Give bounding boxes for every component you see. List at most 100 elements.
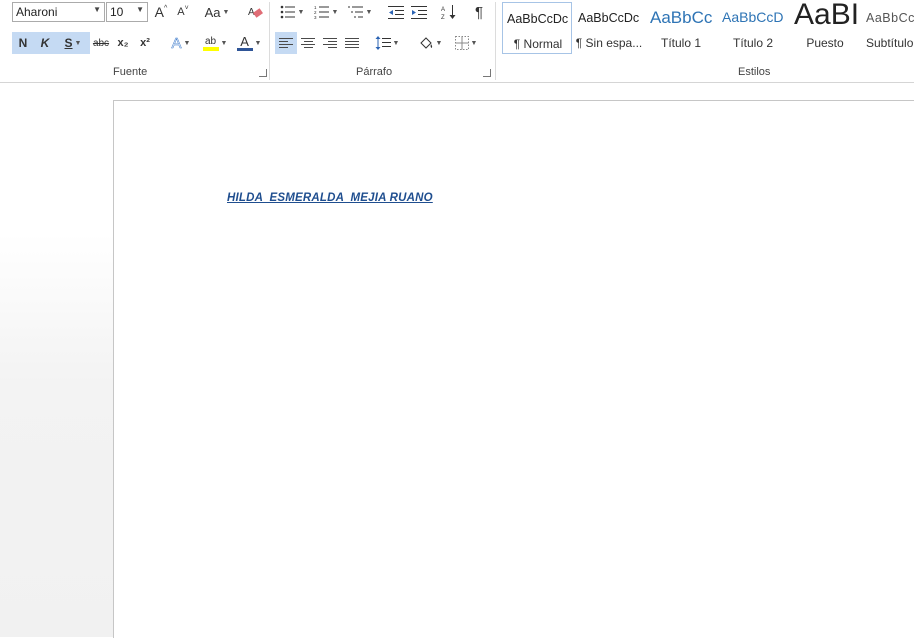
shrink-font-button[interactable]: A ˅ <box>174 1 192 23</box>
subscript-label: x₂ <box>117 37 129 49</box>
bullets-button[interactable]: ▼ <box>277 1 307 23</box>
style-normal[interactable]: AaBbCcDc ¶ Normal <box>502 2 572 54</box>
style-name: Título 1 <box>660 36 702 50</box>
change-case-label: Aa <box>204 4 221 20</box>
style-titulo-2[interactable]: AaBbCcD Título 2 <box>718 2 788 54</box>
document-background <box>0 83 113 637</box>
superscript-label: x² <box>140 37 150 49</box>
styles-group-label: Estilos <box>738 66 771 78</box>
bold-label: N <box>18 36 28 50</box>
subscript-button[interactable]: x₂ <box>114 32 132 54</box>
highlight-button[interactable]: ab ▼ <box>199 32 231 54</box>
chevron-down-icon: ▼ <box>136 5 144 14</box>
svg-text:3: 3 <box>314 15 317 19</box>
font-group-label: Fuente <box>113 66 148 78</box>
chevron-down-icon: ▼ <box>183 39 191 47</box>
align-left-button[interactable] <box>275 32 297 54</box>
highlight-color-bar <box>202 46 219 51</box>
chevron-down-icon: ▼ <box>331 8 339 16</box>
borders-button[interactable]: ▼ <box>450 32 482 54</box>
style-preview: AaBbCcDc <box>507 12 569 26</box>
justify-icon <box>345 38 359 48</box>
chevron-down-icon: ▼ <box>222 8 230 16</box>
numbering-button[interactable]: 1 2 3 ▼ <box>311 1 341 23</box>
numbered-list-icon: 1 2 3 <box>314 5 329 19</box>
align-right-button[interactable] <box>319 32 341 54</box>
chevron-down-icon: ▼ <box>365 8 373 16</box>
decrease-indent-icon <box>388 6 404 19</box>
style-name: ¶ Sin espa... <box>575 36 643 50</box>
style-name: ¶ Normal <box>513 37 563 51</box>
font-size-combo[interactable]: 10 ▼ <box>106 2 148 22</box>
font-name-value: Aharoni <box>16 5 58 19</box>
sort-az-icon: A Z <box>441 5 456 20</box>
pilcrow-icon: ¶ <box>474 3 484 21</box>
strikethrough-label: abc <box>92 37 110 49</box>
font-name-combo[interactable]: Aharoni ▼ <box>12 2 105 22</box>
style-preview: AaBI <box>794 2 860 31</box>
style-preview: AaBbCc <box>650 8 713 27</box>
line-spacing-button[interactable]: ▼ <box>371 32 403 54</box>
font-color-button[interactable]: A ▼ <box>234 32 264 54</box>
svg-text:Z: Z <box>441 15 445 20</box>
style-sin-espaciado[interactable]: AaBbCcDc ¶ Sin espa... <box>574 2 644 54</box>
change-case-button[interactable]: Aa ▼ <box>200 1 234 23</box>
grow-font-button[interactable]: A ^ <box>152 1 170 23</box>
line-spacing-icon <box>375 36 391 50</box>
bullet-list-icon <box>280 5 295 19</box>
group-separator <box>495 2 496 80</box>
chevron-down-icon: ▼ <box>220 39 228 47</box>
align-center-button[interactable] <box>297 32 319 54</box>
shading-button[interactable]: ▼ <box>414 32 446 54</box>
style-preview: AaBbCcD <box>722 9 784 25</box>
document-text[interactable]: HILDA ESMERALDA MEJIA RUANO <box>227 192 433 204</box>
justify-button[interactable] <box>341 32 363 54</box>
borders-icon <box>454 36 469 50</box>
font-color-icon: A <box>236 33 253 51</box>
style-puesto[interactable]: AaBI Puesto <box>790 2 860 54</box>
font-size-value: 10 <box>110 5 124 19</box>
increase-indent-button[interactable] <box>408 1 430 23</box>
chevron-down-icon: ▼ <box>297 8 305 16</box>
style-subtitulo[interactable]: AaBbCcD Subtítulo <box>862 2 914 54</box>
font-dialog-launcher-icon[interactable] <box>259 69 267 77</box>
document-page[interactable]: HILDA ESMERALDA MEJIA RUANO <box>113 100 914 638</box>
highlighter-icon: ab <box>202 35 219 51</box>
chevron-down-icon: ▼ <box>93 5 101 14</box>
paint-bucket-icon <box>419 37 432 49</box>
chevron-down-icon: ▼ <box>254 39 262 47</box>
italic-label: K <box>40 36 50 50</box>
superscript-button[interactable]: x² <box>136 32 154 54</box>
paragraph-group-label: Párrafo <box>356 66 393 78</box>
decrease-indent-button[interactable] <box>385 1 407 23</box>
multilevel-list-icon <box>347 6 363 18</box>
group-separator <box>269 2 270 80</box>
multilevel-list-button[interactable]: ▼ <box>345 1 375 23</box>
chevron-down-icon: ▼ <box>74 39 82 47</box>
style-name: Puesto <box>806 36 844 50</box>
style-preview: AaBbCcD <box>866 11 914 25</box>
paragraph-dialog-launcher-icon[interactable] <box>483 69 491 77</box>
italic-button[interactable]: K <box>34 32 56 54</box>
align-left-icon <box>279 38 293 48</box>
underline-label: S <box>64 36 73 50</box>
underline-button[interactable]: S ▼ <box>56 32 90 54</box>
highlight-label: ab <box>204 35 217 47</box>
chevron-down-icon: ▼ <box>435 39 443 47</box>
text-effects-button[interactable]: A ▼ <box>166 32 196 54</box>
styles-gallery: AaBbCcDc ¶ Normal AaBbCcDc ¶ Sin espa...… <box>502 2 914 56</box>
ribbon: Aharoni ▼ 10 ▼ A ^ A ˅ Aa ▼ A N K S ▼ abc x₂… <box>0 0 914 83</box>
bold-button[interactable]: N <box>12 32 34 54</box>
eraser-icon: A <box>248 7 263 18</box>
align-center-icon <box>301 38 315 48</box>
increase-indent-icon <box>411 6 427 19</box>
style-name: Título 2 <box>732 36 774 50</box>
shrink-font-icon: A <box>177 6 185 18</box>
svg-text:A: A <box>441 7 445 13</box>
style-titulo-1[interactable]: AaBbCc Título 1 <box>646 2 716 54</box>
strikethrough-button[interactable]: abc <box>91 32 111 54</box>
clear-formatting-button[interactable]: A <box>244 1 266 23</box>
sort-button[interactable]: A Z <box>438 1 460 23</box>
font-color-label: A <box>240 33 249 49</box>
show-marks-button[interactable]: ¶ <box>468 1 490 23</box>
